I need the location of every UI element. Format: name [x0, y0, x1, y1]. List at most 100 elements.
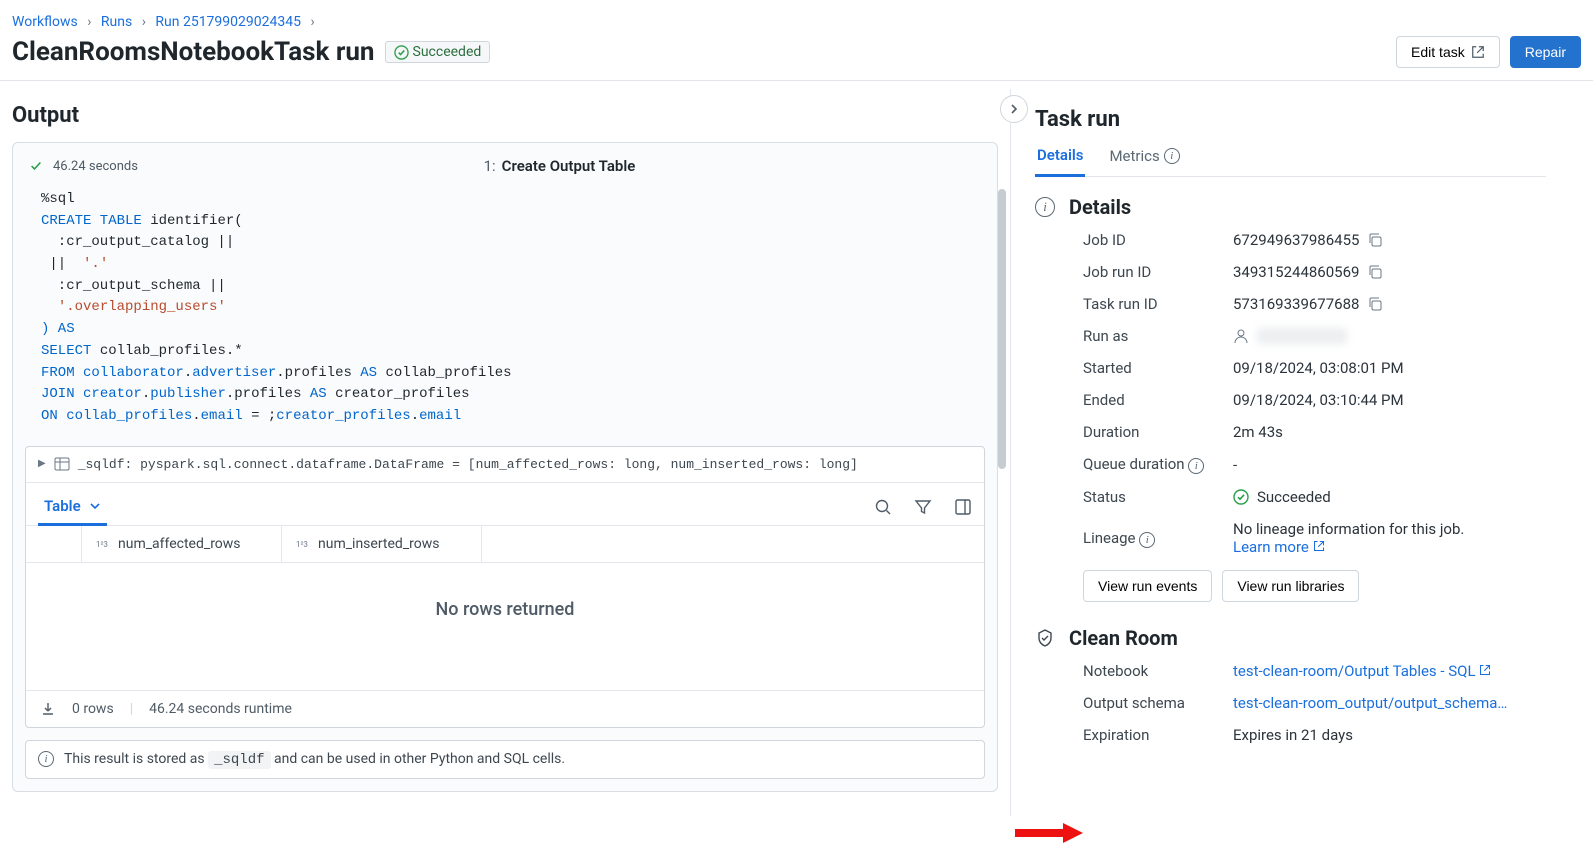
expand-triangle-icon[interactable]: ▶	[38, 458, 46, 470]
code-block: %sql CREATE TABLE identifier( :cr_output…	[13, 183, 997, 446]
value-run-as-redacted	[1257, 328, 1347, 344]
value-queue-duration: -	[1233, 456, 1546, 474]
tab-details[interactable]: Details	[1035, 146, 1085, 177]
panel-right-icon[interactable]	[954, 498, 972, 516]
task-run-tabs: Details Metrics i	[1035, 146, 1546, 177]
chevron-right-icon: ›	[87, 14, 91, 30]
info-icon: i	[38, 751, 54, 767]
download-icon[interactable]	[40, 701, 56, 717]
copy-icon[interactable]	[1367, 232, 1383, 248]
clean-room-section-header: Clean Room	[1035, 626, 1546, 650]
label-run-as: Run as	[1083, 327, 1233, 345]
repair-button[interactable]: Repair	[1510, 36, 1581, 68]
external-link-icon	[1479, 664, 1491, 676]
crumb-workflows[interactable]: Workflows	[12, 14, 78, 30]
sqldf-meta[interactable]: ▶ _sqldf: pyspark.sql.connect.dataframe.…	[26, 447, 984, 483]
label-expiration: Expiration	[1083, 726, 1233, 744]
check-circle-icon	[394, 45, 409, 60]
label-notebook: Notebook	[1083, 662, 1233, 680]
col-header-affected[interactable]: 1²3 num_affected_rows	[82, 526, 282, 562]
search-icon[interactable]	[874, 498, 892, 516]
check-icon	[29, 159, 43, 173]
label-status: Status	[1083, 488, 1233, 506]
info-icon[interactable]: i	[1164, 148, 1180, 164]
task-run-panel: Task run Details Metrics i i Details Job…	[1010, 89, 1570, 816]
learn-more-link[interactable]: Learn more	[1233, 538, 1325, 556]
value-lineage: No lineage information for this job.	[1233, 520, 1464, 538]
chevron-right-icon	[1008, 103, 1020, 115]
label-task-run-id: Task run ID	[1083, 295, 1233, 313]
row-number-header	[26, 526, 82, 562]
cell-success-indicator: 46.24 seconds	[29, 159, 138, 174]
view-run-libraries-button[interactable]: View run libraries	[1222, 570, 1359, 602]
svg-text:1²3: 1²3	[96, 540, 108, 549]
main-split: Output 46.24 seconds 1:Create Output Tab…	[0, 89, 1593, 816]
copy-icon[interactable]	[1367, 296, 1383, 312]
info-icon[interactable]: i	[1188, 458, 1204, 474]
cell-title: 1:Create Output Table	[484, 157, 636, 175]
breadcrumb: Workflows › Runs › Run 251799029024345 ›	[0, 0, 1593, 36]
external-link-icon	[1471, 45, 1485, 59]
value-status: Succeeded	[1233, 488, 1546, 506]
value-duration: 2m 43s	[1233, 423, 1546, 441]
svg-text:1²3: 1²3	[296, 540, 308, 549]
view-run-events-button[interactable]: View run events	[1083, 570, 1212, 602]
person-icon	[1233, 328, 1249, 344]
title-bar: CleanRoomsNotebookTask run Succeeded Edi…	[0, 36, 1593, 80]
info-icon: i	[1035, 197, 1055, 217]
chevron-right-icon: ›	[310, 14, 314, 30]
number-type-icon: 1²3	[296, 537, 312, 551]
column-headers: 1²3 num_affected_rows 1²3 num_inserted_r…	[26, 526, 984, 563]
status-badge: Succeeded	[385, 41, 491, 63]
label-output-schema: Output schema	[1083, 694, 1233, 712]
chevron-down-icon	[89, 500, 101, 512]
clean-room-icon	[1035, 628, 1055, 648]
value-job-run-id: 349315244860569	[1233, 263, 1359, 281]
value-expiration: Expires in 21 days	[1233, 726, 1546, 744]
annotation-arrow	[1015, 821, 1085, 845]
empty-state: No rows returned	[26, 563, 984, 690]
output-heading: Output	[12, 103, 998, 128]
value-ended: 09/18/2024, 03:10:44 PM	[1233, 391, 1546, 409]
crumb-runs[interactable]: Runs	[101, 14, 132, 30]
filter-icon[interactable]	[914, 498, 932, 516]
chevron-right-icon: ›	[142, 14, 146, 30]
label-job-run-id: Job run ID	[1083, 263, 1233, 281]
notebook-cell: 46.24 seconds 1:Create Output Table %sql…	[12, 142, 998, 792]
row-count: 0 rows	[72, 701, 114, 717]
label-queue-duration: Queue duration i	[1083, 455, 1233, 474]
task-run-heading: Task run	[1035, 107, 1546, 132]
label-lineage: Lineage i	[1083, 529, 1233, 548]
vertical-scrollbar[interactable]	[998, 189, 1006, 469]
sqldf-info: i This result is stored as _sqldf and ca…	[25, 740, 985, 779]
table-tab[interactable]: Table	[38, 489, 107, 526]
number-type-icon: 1²3	[96, 537, 112, 551]
copy-icon[interactable]	[1367, 264, 1383, 280]
label-duration: Duration	[1083, 423, 1233, 441]
output-schema-link[interactable]: test-clean-room_output/output_schema_…	[1233, 694, 1513, 712]
details-section-header: i Details	[1035, 195, 1546, 219]
tab-metrics[interactable]: Metrics i	[1107, 146, 1181, 176]
notebook-link[interactable]: test-clean-room/Output Tables - SQL	[1233, 662, 1491, 680]
cell-runtime: 46.24 seconds	[53, 159, 138, 174]
external-link-icon	[1313, 540, 1325, 552]
label-job-id: Job ID	[1083, 231, 1233, 249]
label-started: Started	[1083, 359, 1233, 377]
sqldf-var: _sqldf	[208, 751, 270, 769]
table-icon	[54, 457, 70, 471]
page-title: CleanRoomsNotebookTask run	[12, 37, 375, 67]
collapse-sidebar-button[interactable]	[1000, 95, 1028, 123]
check-circle-icon	[1233, 489, 1249, 505]
value-task-run-id: 573169339677688	[1233, 295, 1359, 313]
status-text: Succeeded	[413, 44, 482, 60]
crumb-run-id[interactable]: Run 251799029024345	[155, 14, 301, 30]
edit-task-button[interactable]: Edit task	[1396, 36, 1500, 68]
value-job-id: 672949637986455	[1233, 231, 1359, 249]
col-header-inserted[interactable]: 1²3 num_inserted_rows	[282, 526, 482, 562]
value-started: 09/18/2024, 03:08:01 PM	[1233, 359, 1546, 377]
output-dataframe: ▶ _sqldf: pyspark.sql.connect.dataframe.…	[25, 446, 985, 728]
label-ended: Ended	[1083, 391, 1233, 409]
info-icon[interactable]: i	[1139, 532, 1155, 548]
output-panel: Output 46.24 seconds 1:Create Output Tab…	[0, 89, 1010, 816]
footer-runtime: 46.24 seconds runtime	[149, 701, 292, 717]
